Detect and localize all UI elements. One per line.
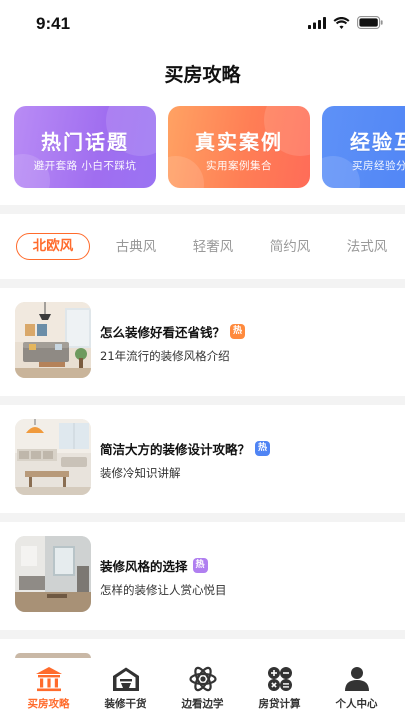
person-icon (344, 667, 369, 691)
tabbar-item-mortgage-calculator[interactable]: 房贷计算 (239, 666, 320, 711)
article-card[interactable]: 怎么装修好看还省钱？ 热 21年流行的装修风格介绍 (0, 288, 405, 396)
tabbar-label: 个人中心 (335, 698, 378, 710)
article-thumbnail (15, 536, 91, 612)
article-subtitle: 装修冷知识讲解 (100, 466, 181, 480)
banner-carousel[interactable]: 热门话题 避开套路 小白不踩坑 真实案例 实用案例集合 经验互 买房经验分 (0, 106, 405, 190)
tab-french[interactable]: 法式风 (330, 234, 404, 260)
tabbar-item-buying-guide[interactable]: 买房攻略 (8, 666, 89, 711)
atom-icon (188, 666, 217, 692)
article-card[interactable]: 简洁大方的装修设计攻略？ 热 装修冷知识讲解 (0, 405, 405, 513)
tab-nordic[interactable]: 北欧风 (16, 233, 90, 260)
section-divider (0, 630, 405, 639)
article-card[interactable] (0, 639, 405, 658)
article-subtitle: 21年流行的装修风格介绍 (100, 349, 230, 363)
page-title: 买房攻略 (164, 64, 241, 86)
tabbar-label: 买房攻略 (27, 698, 70, 710)
tabbar-label: 房贷计算 (258, 698, 301, 710)
hot-badge: 热 (192, 558, 208, 573)
tab-classical[interactable]: 古典风 (99, 234, 173, 260)
battery-icon (357, 16, 383, 29)
status-bar: 9:41 (0, 0, 405, 48)
banner-experience[interactable]: 经验互 买房经验分 (322, 106, 405, 188)
article-thumbnail (15, 419, 91, 495)
banner-subtitle: 实用案例集合 (206, 160, 272, 172)
article-title: 简洁大方的装修设计攻略？ 热 (100, 439, 271, 458)
hot-badge: 热 (255, 441, 271, 456)
article-subtitle: 怎样的装修让人赏心悦目 (100, 583, 227, 597)
banner-subtitle: 避开套路 小白不踩坑 (33, 160, 137, 172)
tab-light-luxury[interactable]: 轻奢风 (176, 234, 250, 260)
section-divider (0, 513, 405, 522)
tabbar-label: 装修干货 (104, 698, 147, 710)
bottom-tab-bar: 买房攻略 装修干货 边看边学 房贷计算 个人中心 (0, 658, 405, 720)
article-title-text: 怎么装修好看还省钱？ (100, 325, 226, 340)
signal-icon (308, 16, 326, 29)
article-title-text: 装修风格的选择 (100, 559, 188, 574)
wifi-icon (333, 16, 350, 29)
banner-title: 经验互 (350, 130, 405, 154)
banner-subtitle: 买房经验分 (352, 160, 405, 172)
article-card[interactable]: 装修风格的选择 热 怎样的装修让人赏心悦目 (0, 522, 405, 630)
article-title-text: 简洁大方的装修设计攻略？ (100, 442, 251, 457)
status-time: 9:41 (36, 14, 71, 33)
article-title: 怎么装修好看还省钱？ 热 (100, 322, 246, 341)
tabbar-label: 边看边学 (181, 698, 224, 710)
section-divider (0, 205, 405, 214)
tab-minimalist[interactable]: 简约风 (253, 234, 327, 260)
status-icons (308, 16, 383, 29)
section-divider (0, 396, 405, 405)
banner-title: 真实案例 (195, 130, 283, 154)
building-columns-icon (35, 667, 62, 692)
tabbar-item-renovation-tips[interactable]: 装修干货 (85, 666, 166, 711)
hot-badge: 热 (230, 324, 246, 339)
banner-hot-topics[interactable]: 热门话题 避开套路 小白不踩坑 (14, 106, 156, 188)
house-icon (112, 667, 139, 691)
banner-title: 热门话题 (41, 130, 129, 154)
article-title: 装修风格的选择 热 (100, 556, 208, 575)
banner-real-cases[interactable]: 真实案例 实用案例集合 (168, 106, 310, 188)
calculator-icon (267, 667, 292, 691)
section-divider (0, 279, 405, 288)
style-tabs: 北欧风 古典风 轻奢风 简约风 法式风 (0, 228, 405, 264)
tabbar-item-profile[interactable]: 个人中心 (316, 666, 397, 711)
tabbar-item-learn[interactable]: 边看边学 (162, 666, 243, 711)
article-thumbnail (15, 302, 91, 378)
